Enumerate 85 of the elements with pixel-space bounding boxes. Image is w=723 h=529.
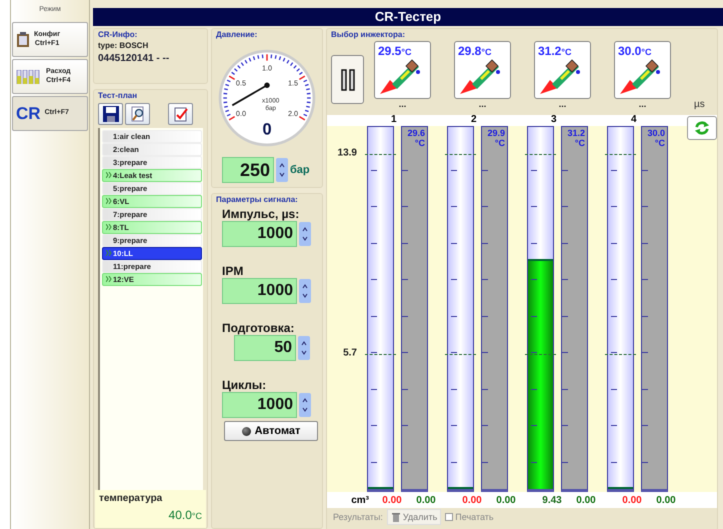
pause-button[interactable]: [331, 55, 364, 104]
panel-title: Параметры сигнала:: [216, 195, 299, 204]
pressure-unit: бар: [290, 164, 310, 176]
results-label: Результаты:: [333, 512, 383, 522]
volume-reading: 0.00: [621, 494, 643, 506]
search-button[interactable]: [125, 103, 150, 125]
temperature-label: температура: [99, 493, 164, 504]
pulse-value: ...: [478, 99, 486, 111]
panel-title: Тест-план: [98, 91, 138, 100]
search-icon: [130, 106, 146, 122]
field-label: Импульс, µs:: [222, 208, 300, 221]
panel-title: Давление:: [216, 30, 258, 39]
tube-temperature: 29.9 °C: [487, 128, 505, 148]
return-reading: 0.00: [655, 494, 677, 506]
injector-button[interactable]: 29.8°C: [454, 41, 511, 99]
tube-temperature: 31.2 °C: [567, 128, 585, 148]
injector-icon: [618, 58, 662, 94]
save-icon: [102, 106, 118, 122]
pulse-value: ...: [638, 99, 646, 111]
refresh-icon: [694, 120, 710, 136]
spin-arrows[interactable]: [298, 336, 310, 360]
pulse-value: ...: [398, 99, 406, 111]
temperature-value: 40.0°C: [168, 508, 202, 522]
number-field[interactable]: 1000: [222, 278, 297, 304]
volume-reading: 0.00: [461, 494, 483, 506]
volume-reading: 9.43: [541, 494, 563, 506]
panel-title: Выбор инжектора:: [331, 30, 406, 39]
chevron-icon: [106, 250, 112, 256]
window-title: CR-Тестер: [93, 8, 723, 26]
gauge-label: 1.0: [262, 64, 272, 73]
gauge-label: 0.0: [236, 108, 246, 118]
clipboard-icon: [16, 32, 30, 48]
column-number: 2: [471, 114, 477, 125]
scale-label: 5.7: [343, 347, 357, 358]
return-reading: 0.00: [415, 494, 437, 506]
part-number: 0445120141 - --: [98, 53, 170, 66]
field-label: Подготовка:: [222, 322, 296, 335]
injector-button[interactable]: 30.0°C: [614, 41, 671, 99]
pressure-field[interactable]: 250: [222, 157, 274, 183]
delete-button[interactable]: Удалить: [386, 509, 442, 525]
injector-type: type: BOSCH: [98, 41, 150, 50]
number-field[interactable]: 1000: [222, 221, 297, 247]
injector-button[interactable]: 31.2°C: [534, 41, 591, 99]
injector-icon: [538, 58, 582, 94]
refresh-button[interactable]: [687, 116, 717, 140]
pause-icon: [340, 68, 354, 90]
pulse-unit: µs: [694, 99, 705, 110]
save-button[interactable]: [98, 103, 123, 125]
volume-reading: 0.00: [381, 494, 403, 506]
field-label: Циклы:: [222, 379, 268, 392]
checklist-button[interactable]: [168, 103, 193, 125]
field-label: IPM: [222, 265, 244, 278]
spin-arrows[interactable]: [276, 158, 288, 182]
trash-icon: [390, 512, 401, 522]
tube-temperature: 30.0 °C: [647, 128, 665, 148]
pulse-value: ...: [558, 99, 566, 111]
scale-label: 13.9: [338, 147, 357, 158]
gauge-label: 0.5: [236, 78, 246, 88]
checklist-icon: [172, 106, 188, 122]
indicator-icon: [242, 426, 251, 436]
injector-icon: [458, 58, 502, 94]
spin-arrows[interactable]: [299, 222, 311, 246]
chevron-icon: [106, 224, 112, 230]
column-number: 1: [391, 114, 397, 125]
spin-arrows[interactable]: [299, 279, 311, 303]
auto-button[interactable]: Автомат: [224, 421, 318, 441]
injector-icon: [378, 58, 422, 94]
gauge-label: 1.5: [288, 78, 298, 88]
column-number: 4: [631, 114, 637, 125]
column-number: 3: [551, 114, 557, 125]
chevron-icon: [106, 276, 112, 282]
injector-button[interactable]: 29.5°C: [374, 41, 431, 99]
spin-arrows[interactable]: [299, 393, 311, 417]
number-field[interactable]: 50: [234, 335, 296, 361]
chevron-icon: [106, 198, 112, 204]
return-reading: 0.00: [575, 494, 597, 506]
gauge-label: 2.0: [288, 108, 298, 118]
return-reading: 0.00: [495, 494, 517, 506]
pressure-reading: 0: [262, 120, 272, 138]
tubes-icon: [16, 70, 42, 84]
panel-title: CR-Инфо:: [98, 30, 138, 39]
chevron-icon: [106, 172, 112, 178]
volume-unit: cm³: [350, 494, 370, 506]
tube-temperature: 29.6 °C: [407, 128, 425, 148]
number-field[interactable]: 1000: [222, 392, 297, 418]
